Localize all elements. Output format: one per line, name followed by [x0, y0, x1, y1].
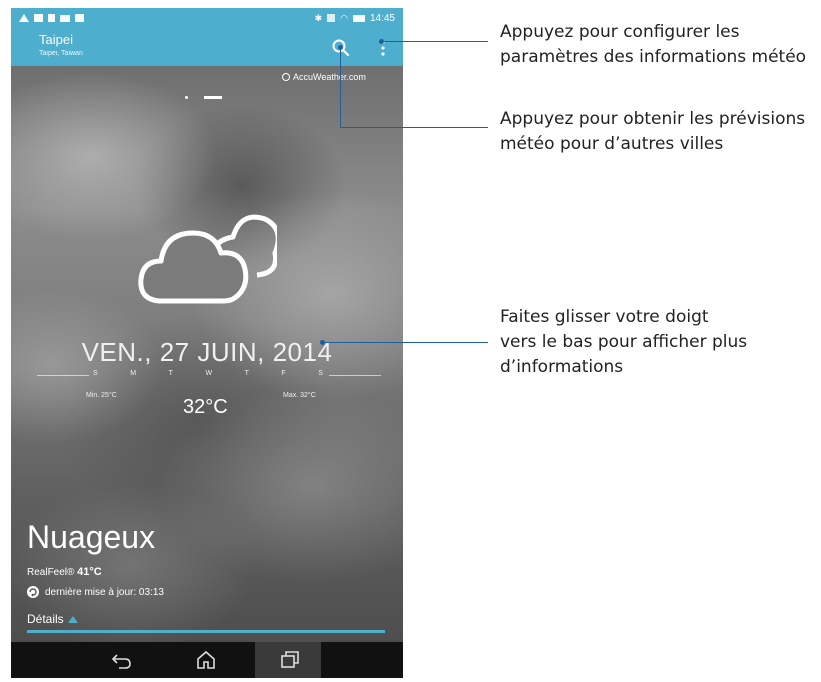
- callout-line-swipe: [323, 342, 488, 343]
- annotation-swipe: Faites glisser votre doigt vers le bas p…: [500, 305, 747, 380]
- annotation-search-line1: Appuyez pour obtenir les prévisions: [500, 109, 806, 129]
- accuweather-logo[interactable]: AccuWeather.com: [282, 72, 366, 82]
- details-handle-bar[interactable]: [27, 630, 385, 633]
- navigation-bar: [11, 642, 403, 678]
- accuweather-sun-icon: [282, 73, 290, 81]
- mail-icon: [60, 14, 70, 22]
- warning-icon: [19, 14, 29, 22]
- week-day: T: [168, 370, 173, 377]
- page-dot-active: [204, 96, 222, 99]
- status-bar-system: ✱ ◠ 14:45: [315, 13, 395, 24]
- annotation-search: Appuyez pour obtenir les prévisions mété…: [500, 107, 805, 157]
- annotation-search-line2: météo pour d’autres villes: [500, 134, 724, 154]
- weather-condition: Nuageux: [27, 519, 156, 555]
- week-day: W: [205, 370, 213, 377]
- home-icon[interactable]: [195, 650, 217, 670]
- details-button[interactable]: Détails: [27, 612, 78, 626]
- expand-up-icon: [67, 615, 78, 623]
- status-bar: ✱ ◠ 14:45: [11, 8, 403, 28]
- refresh-icon[interactable]: [27, 586, 39, 598]
- week-day: S: [93, 370, 98, 377]
- week-day: M: [130, 370, 137, 377]
- realfeel: RealFeel® 41°C: [27, 566, 102, 578]
- realfeel-value: 41°C: [77, 566, 102, 578]
- details-label: Détails: [27, 612, 64, 626]
- page-dot: [185, 96, 188, 99]
- last-update-text: dernière mise à jour: 03:13: [45, 586, 164, 598]
- week-day: S: [318, 370, 323, 377]
- recent-apps-icon[interactable]: [279, 650, 301, 670]
- lock-icon: [48, 14, 55, 22]
- week-divider-right: [329, 375, 381, 376]
- callout-vline-search: [340, 48, 341, 127]
- annotation-settings: Appuyez pour configurer les paramètres d…: [500, 20, 806, 70]
- min-temperature: Min. 25°C: [86, 392, 117, 399]
- week-divider-left: [37, 375, 89, 376]
- phone-screen: ✱ ◠ 14:45 Taipei Taipei, Taiwan AccuWeat…: [11, 8, 403, 678]
- week-day-strip: S M T W T F S: [93, 370, 323, 377]
- realfeel-label: RealFeel®: [27, 567, 75, 578]
- last-update: dernière mise à jour: 03:13: [27, 586, 164, 598]
- annotation-settings-line2: paramètres des informations météo: [500, 47, 807, 67]
- app-bar: Taipei Taipei, Taiwan: [11, 28, 403, 66]
- callout-line-search: [340, 127, 488, 128]
- media-icon: [75, 14, 84, 22]
- status-bar-notifications: [19, 14, 84, 22]
- annotation-swipe-line2: vers le bas pour afficher plus: [500, 332, 748, 352]
- status-time: 14:45: [369, 12, 395, 24]
- city-name[interactable]: Taipei: [39, 32, 73, 47]
- back-icon[interactable]: [111, 650, 133, 670]
- city-subtitle: Taipei, Taiwan: [39, 50, 83, 57]
- provider-name: AccuWeather.com: [293, 72, 366, 82]
- battery-icon: [352, 14, 365, 22]
- bluetooth-icon: ✱: [314, 12, 323, 23]
- signal-icon: [327, 14, 336, 22]
- annotation-settings-line1: Appuyez pour configurer les: [500, 22, 740, 42]
- annotation-swipe-line1: Faites glisser votre doigt: [500, 307, 709, 327]
- callout-line-settings: [382, 41, 488, 42]
- cloudy-icon: [138, 214, 277, 304]
- week-day: F: [281, 370, 286, 377]
- page-indicator: [185, 96, 222, 99]
- wifi-icon: ◠: [340, 12, 348, 23]
- week-day: T: [244, 370, 249, 377]
- annotation-swipe-line3: d’informations: [500, 357, 624, 377]
- max-temperature: Max. 32°C: [283, 392, 316, 399]
- current-temperature: 32°C: [183, 396, 228, 418]
- image-icon: [34, 14, 43, 22]
